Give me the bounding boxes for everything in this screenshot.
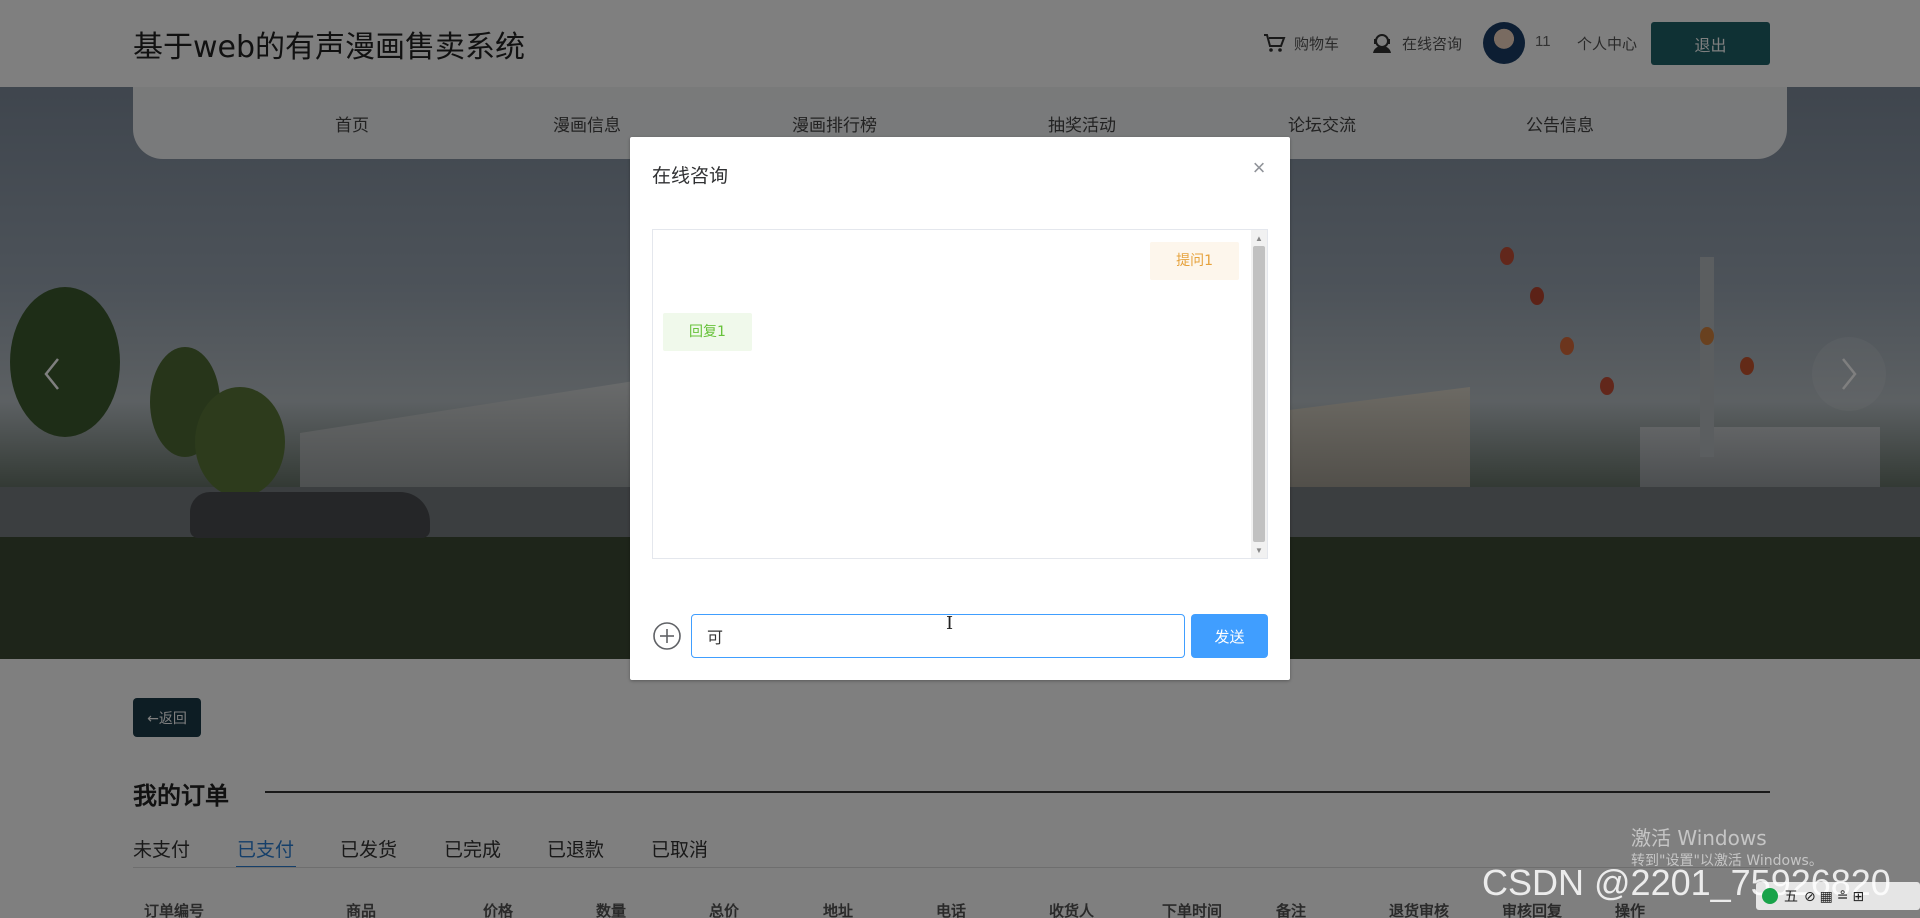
scroll-down-arrow-icon[interactable]: ▼	[1251, 542, 1267, 558]
reply-message: 回复1	[663, 313, 752, 351]
add-circle-icon[interactable]	[652, 621, 682, 651]
dialog-title: 在线咨询	[652, 165, 729, 187]
text-cursor-icon: I	[946, 613, 954, 634]
ime-label: 五	[1784, 888, 1798, 904]
scrollbar-thumb[interactable]	[1253, 246, 1265, 542]
chat-scrollbar[interactable]: ▲ ▼	[1251, 230, 1267, 558]
message-input[interactable]	[691, 614, 1185, 658]
system-tray[interactable]: 五 ⊘ ▦ ≗ ⊞	[1756, 882, 1920, 910]
question-message: 提问1	[1150, 242, 1239, 280]
consult-dialog: 在线咨询 × 提问1 回复1 ▲ ▼ I 发送	[630, 137, 1290, 680]
send-button[interactable]: 发送	[1191, 614, 1268, 658]
input-method-icon	[1762, 888, 1778, 904]
close-icon[interactable]: ×	[1248, 157, 1270, 179]
chat-history[interactable]: 提问1 回复1 ▲ ▼	[652, 229, 1268, 559]
tray-icons: ⊘ ▦ ≗ ⊞	[1804, 887, 1865, 904]
scroll-up-arrow-icon[interactable]: ▲	[1251, 230, 1267, 246]
windows-activation-watermark: 激活 Windows	[1631, 826, 1767, 850]
